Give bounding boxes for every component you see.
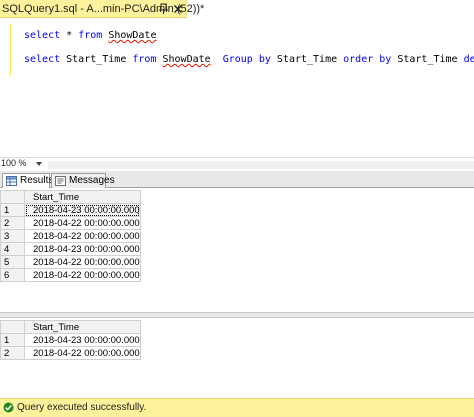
row-number[interactable]: 1	[0, 203, 25, 217]
grid-corner[interactable]	[0, 190, 25, 204]
table-name: ShowDate	[162, 54, 211, 65]
results-tabstrip: Results Messages	[0, 171, 474, 189]
results-table-2[interactable]: Start_Time 1 2018-04-23 00:00:00.000 2 2…	[0, 320, 141, 360]
table-cell[interactable]: 2018-04-23 00:00:00.000	[24, 333, 141, 347]
results-grid-1[interactable]: Start_Time 1 2018-04-23 00:00:00.000 2 2…	[0, 188, 474, 310]
table-row[interactable]: 4 2018-04-23 00:00:00.000	[0, 242, 141, 256]
row-number[interactable]: 6	[0, 268, 25, 282]
table-row[interactable]: 2 2018-04-22 00:00:00.000	[0, 216, 141, 230]
code-line-1[interactable]: select * from ShowDate	[24, 30, 156, 41]
table-cell[interactable]: 2018-04-22 00:00:00.000	[24, 346, 141, 360]
keyword-group-by: Group by	[222, 54, 271, 65]
tab-messages[interactable]: Messages	[51, 173, 115, 188]
horizontal-scrollbar[interactable]	[48, 161, 474, 169]
header-row: Start_Time	[0, 190, 141, 204]
keyword-from: from	[78, 30, 103, 41]
keyword-desc: desc	[463, 54, 474, 65]
results-grid-2[interactable]: Start_Time 1 2018-04-23 00:00:00.000 2 2…	[0, 318, 474, 398]
header-row: Start_Time	[0, 320, 141, 334]
table-row[interactable]: 2 2018-04-22 00:00:00.000	[0, 346, 141, 360]
message-icon	[55, 176, 66, 186]
keyword-from: from	[132, 54, 157, 65]
query-document-tab[interactable]: SQLQuery1.sql - A...min-PC\Admin (52))*	[0, 0, 204, 18]
query-status-bar: Query executed successfully.	[0, 398, 474, 417]
pin-icon[interactable]	[158, 3, 169, 15]
column-name: Start_Time	[391, 54, 464, 65]
close-icon[interactable]	[174, 5, 182, 13]
table-cell[interactable]: 2018-04-23 00:00:00.000	[24, 242, 141, 256]
column-header[interactable]: Start_Time	[24, 320, 141, 334]
row-number[interactable]: 5	[0, 255, 25, 269]
check-circle-icon	[3, 402, 14, 413]
keyword-select: select	[24, 30, 61, 41]
ssms-query-window: SQLQuery1.sql - A...min-PC\Admin (52))* …	[0, 0, 474, 417]
table-row[interactable]: 1 2018-04-23 00:00:00.000	[0, 333, 141, 347]
sql-editor[interactable]: select * from ShowDate select Start_Time…	[0, 18, 474, 157]
table-cell[interactable]: 2018-04-23 00:00:00.000	[24, 203, 141, 217]
table-cell[interactable]: 2018-04-22 00:00:00.000	[24, 216, 141, 230]
table-cell[interactable]: 2018-04-22 00:00:00.000	[24, 229, 141, 243]
table-row[interactable]: 3 2018-04-22 00:00:00.000	[0, 229, 141, 243]
code-line-2[interactable]: select Start_Time from ShowDate Group by…	[24, 54, 474, 65]
code-text: *	[60, 30, 79, 41]
tab-messages-label: Messages	[69, 175, 115, 186]
tab-results[interactable]: Results	[2, 173, 54, 189]
status-message: Query executed successfully.	[17, 402, 147, 413]
column-header[interactable]: Start_Time	[24, 190, 141, 204]
table-cell[interactable]: 2018-04-22 00:00:00.000	[24, 255, 141, 269]
row-number[interactable]: 1	[0, 333, 25, 347]
row-number[interactable]: 4	[0, 242, 25, 256]
column-name: Start_Time	[270, 54, 344, 65]
editor-zoom-bar: 100 %	[0, 157, 474, 170]
table-name: ShowDate	[108, 30, 157, 41]
keyword-select: select	[24, 54, 61, 65]
table-row[interactable]: 6 2018-04-22 00:00:00.000	[0, 268, 141, 282]
document-tabstrip: SQLQuery1.sql - A...min-PC\Admin (52))*	[0, 0, 474, 18]
chevron-down-icon[interactable]	[36, 162, 42, 166]
keyword-order-by: order by	[343, 54, 392, 65]
table-row[interactable]: 1 2018-04-23 00:00:00.000	[0, 203, 141, 217]
tab-results-label: Results	[20, 175, 54, 186]
grid-icon	[6, 176, 17, 186]
row-number[interactable]: 2	[0, 216, 25, 230]
row-number[interactable]: 3	[0, 229, 25, 243]
grid-corner[interactable]	[0, 320, 25, 334]
table-cell[interactable]: 2018-04-22 00:00:00.000	[24, 268, 141, 282]
column-name: Start_Time	[60, 54, 133, 65]
change-tracking-margin	[10, 24, 11, 76]
results-table-1[interactable]: Start_Time 1 2018-04-23 00:00:00.000 2 2…	[0, 190, 141, 282]
table-row[interactable]: 5 2018-04-22 00:00:00.000	[0, 255, 141, 269]
row-number[interactable]: 2	[0, 346, 25, 360]
zoom-level[interactable]: 100 %	[1, 158, 27, 168]
